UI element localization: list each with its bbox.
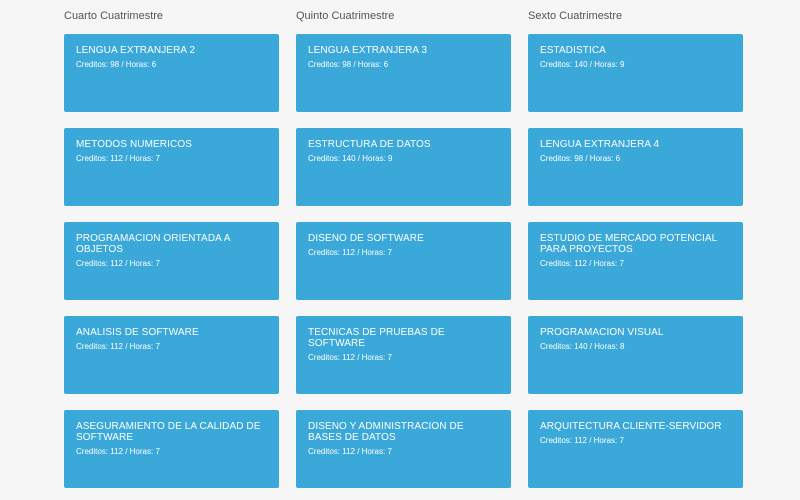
course-meta: Creditos: 112 / Horas: 7 xyxy=(76,447,160,456)
course-meta: Creditos: 112 / Horas: 7 xyxy=(540,259,624,268)
course-name: ESTUDIO DE MERCADO POTENCIAL PARA PROYEC… xyxy=(540,233,717,255)
semester-title: Quinto Cuatrimestre xyxy=(296,10,395,22)
course-meta: Creditos: 112 / Horas: 7 xyxy=(76,342,160,351)
course-card[interactable]: LENGUA EXTRANJERA 2 Creditos: 98 / Horas… xyxy=(64,34,279,112)
course-name: LENGUA EXTRANJERA 3 xyxy=(308,45,428,56)
course-name: ESTRUCTURA DE DATOS xyxy=(308,139,431,150)
course-name: LENGUA EXTRANJERA 2 xyxy=(76,45,196,56)
course-meta: Creditos: 140 / Horas: 9 xyxy=(540,60,625,69)
course-meta: Creditos: 140 / Horas: 8 xyxy=(540,342,625,351)
course-name: DISENO Y ADMINISTRACION DE BASES DE DATO… xyxy=(308,421,464,443)
course-card[interactable]: ESTRUCTURA DE DATOS Creditos: 140 / Hora… xyxy=(296,128,511,206)
course-name: TECNICAS DE PRUEBAS DE SOFTWARE xyxy=(308,327,445,349)
course-card[interactable]: ARQUITECTURA CLIENTE-SERVIDOR Creditos: … xyxy=(528,410,743,488)
curriculum-grid: Cuarto Cuatrimestre LENGUA EXTRANJERA 2 … xyxy=(0,0,800,500)
course-meta: Creditos: 98 / Horas: 6 xyxy=(76,60,157,69)
course-name: PROGRAMACION VISUAL xyxy=(540,327,664,338)
course-name: ASEGURAMIENTO DE LA CALIDAD DE SOFTWARE xyxy=(76,421,261,443)
course-name: LENGUA EXTRANJERA 4 xyxy=(540,139,660,150)
course-card[interactable]: ESTUDIO DE MERCADO POTENCIAL PARA PROYEC… xyxy=(528,222,743,300)
course-card[interactable]: PROGRAMACION VISUAL Creditos: 140 / Hora… xyxy=(528,316,743,394)
course-card[interactable]: LENGUA EXTRANJERA 3 Creditos: 98 / Horas… xyxy=(296,34,511,112)
course-meta: Creditos: 112 / Horas: 7 xyxy=(308,248,392,257)
course-card[interactable]: PROGRAMACION ORIENTADA A OBJETOS Credito… xyxy=(64,222,279,300)
course-name: ESTADISTICA xyxy=(540,45,606,56)
course-meta: Creditos: 98 / Horas: 6 xyxy=(308,60,389,69)
course-card[interactable]: TECNICAS DE PRUEBAS DE SOFTWARE Creditos… xyxy=(296,316,511,394)
course-meta: Creditos: 112 / Horas: 7 xyxy=(308,447,392,456)
course-name: METODOS NUMERICOS xyxy=(76,139,192,150)
course-card[interactable]: LENGUA EXTRANJERA 4 Creditos: 98 / Horas… xyxy=(528,128,743,206)
course-meta: Creditos: 140 / Horas: 9 xyxy=(308,154,393,163)
course-meta: Creditos: 112 / Horas: 7 xyxy=(308,353,392,362)
course-card[interactable]: ESTADISTICA Creditos: 140 / Horas: 9 xyxy=(528,34,743,112)
course-card[interactable]: DISENO Y ADMINISTRACION DE BASES DE DATO… xyxy=(296,410,511,488)
semester-title: Cuarto Cuatrimestre xyxy=(64,10,164,22)
course-meta: Creditos: 98 / Horas: 6 xyxy=(540,154,621,163)
course-name: DISENO DE SOFTWARE xyxy=(308,233,424,244)
course-name: PROGRAMACION ORIENTADA A OBJETOS xyxy=(76,233,230,255)
course-card[interactable]: METODOS NUMERICOS Creditos: 112 / Horas:… xyxy=(64,128,279,206)
course-name: ARQUITECTURA CLIENTE-SERVIDOR xyxy=(540,421,722,432)
course-meta: Creditos: 112 / Horas: 7 xyxy=(540,436,624,445)
course-name: ANALISIS DE SOFTWARE xyxy=(76,327,199,338)
course-card[interactable]: ASEGURAMIENTO DE LA CALIDAD DE SOFTWARE … xyxy=(64,410,279,488)
course-card[interactable]: ANALISIS DE SOFTWARE Creditos: 112 / Hor… xyxy=(64,316,279,394)
semester-title: Sexto Cuatrimestre xyxy=(528,10,623,22)
course-meta: Creditos: 112 / Horas: 7 xyxy=(76,259,160,268)
course-card[interactable]: DISENO DE SOFTWARE Creditos: 112 / Horas… xyxy=(296,222,511,300)
course-meta: Creditos: 112 / Horas: 7 xyxy=(76,154,160,163)
